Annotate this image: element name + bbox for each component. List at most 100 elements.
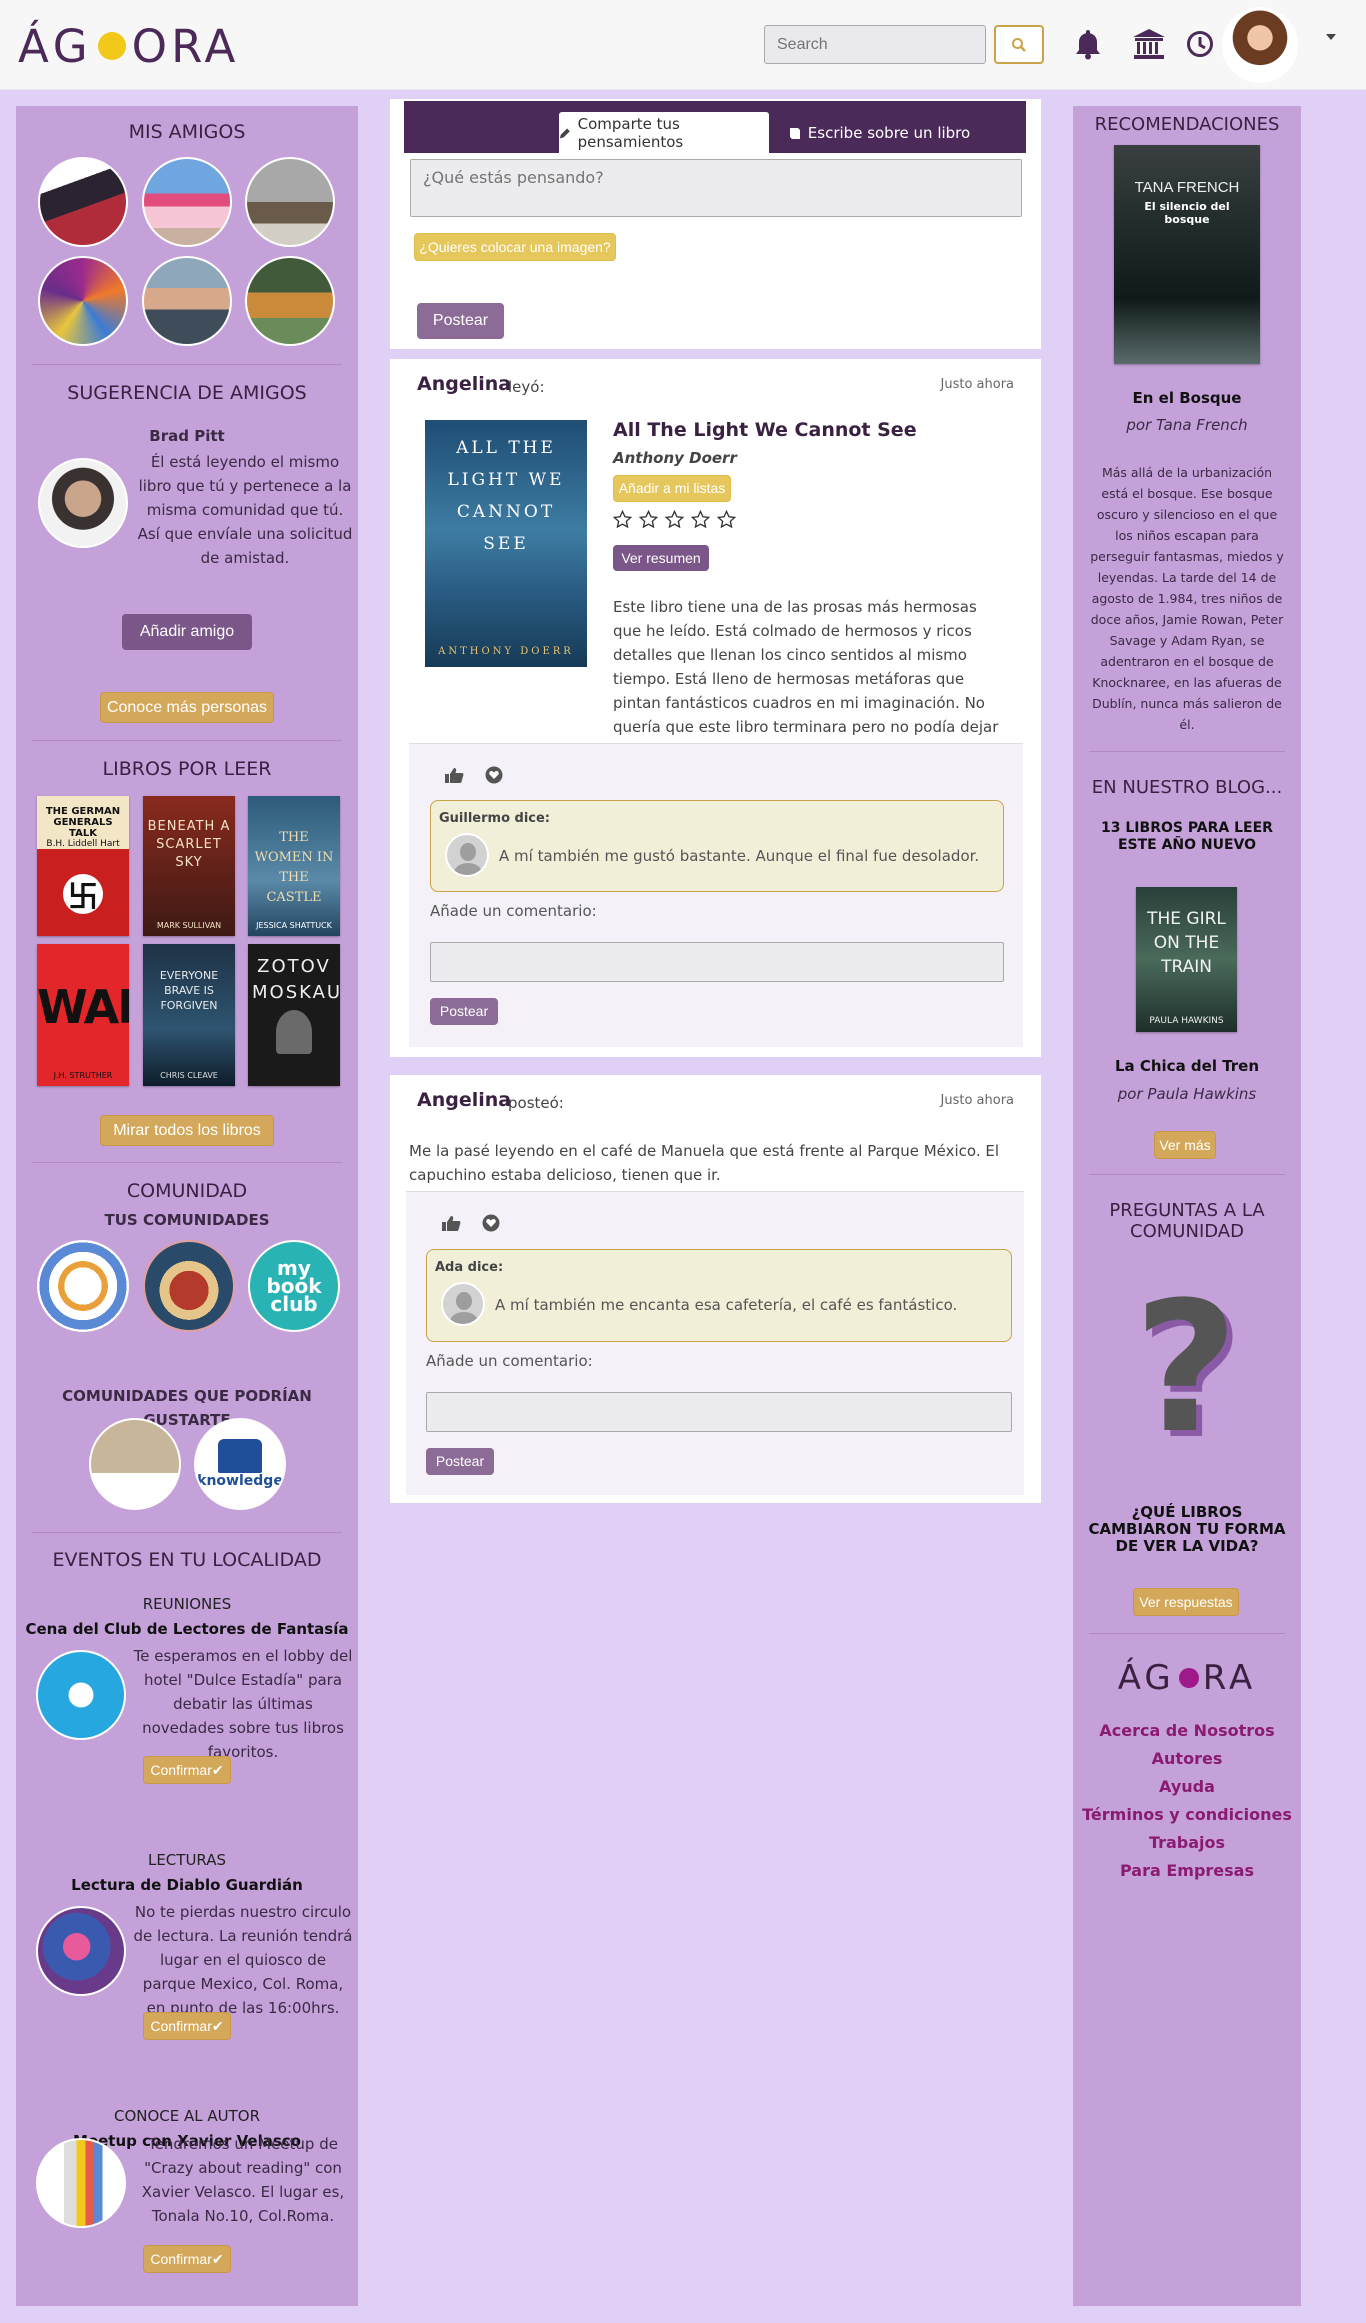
post-comment-button[interactable]: Postear — [430, 998, 498, 1025]
recommendations-title: RECOMENDACIONES — [1094, 114, 1280, 135]
thumbs-up-icon[interactable] — [441, 1214, 461, 1232]
chevron-down-icon[interactable] — [1326, 34, 1336, 40]
library-button[interactable] — [1129, 22, 1169, 66]
confirm-button[interactable]: Confirmar✔ — [143, 2245, 231, 2273]
footer-link-authors[interactable]: Autores — [1073, 1749, 1301, 1768]
book-cover[interactable]: THE GIRL ON THE TRAIN PAULA HAWKINS — [1136, 887, 1237, 1032]
question-mark-icon: ? — [1133, 1264, 1239, 1473]
post-text: Me la pasé leyendo en el café de Manuela… — [409, 1142, 1000, 1184]
feed-post: Angelina posteó: Justo ahora Me la pasé … — [390, 1075, 1041, 1503]
friend-avatar[interactable] — [142, 157, 232, 247]
blog-book-title[interactable]: La Chica del Tren — [1073, 1054, 1301, 1078]
friend-avatar[interactable] — [38, 256, 128, 346]
star-icon[interactable] — [665, 510, 684, 529]
confirm-button[interactable]: Confirmar✔ — [143, 2012, 231, 2040]
comment-avatar[interactable] — [445, 833, 489, 877]
star-rating[interactable] — [613, 510, 736, 529]
agora-logo[interactable]: Á G ORA — [18, 19, 240, 73]
star-icon[interactable] — [639, 510, 658, 529]
footer-link-help[interactable]: Ayuda — [1073, 1777, 1301, 1796]
book-cover[interactable]: TANA FRENCH El silencio del bosque — [1114, 145, 1260, 364]
logo-dot — [1178, 1668, 1199, 1688]
search-button[interactable] — [994, 25, 1044, 64]
confirm-button[interactable]: Confirmar✔ — [143, 1756, 231, 1784]
book-cover[interactable]: ALL THE LIGHT WE CANNOT SEE ANTHONY DOER… — [425, 420, 587, 667]
event-image — [36, 2138, 126, 2228]
see-summary-button[interactable]: Ver resumen — [613, 545, 709, 571]
footer-link-about[interactable]: Acerca de Nosotros — [1073, 1721, 1301, 1740]
tab-share-thoughts[interactable]: Comparte tus pensamientos — [559, 112, 769, 153]
star-icon[interactable] — [613, 510, 632, 529]
comment-avatar[interactable] — [441, 1282, 485, 1326]
book-icon — [789, 127, 800, 139]
see-more-button[interactable]: Ver más — [1154, 1131, 1216, 1159]
post-author[interactable]: Angelina — [417, 373, 511, 395]
comments-section: Ada dice: A mí también me encanta esa ca… — [406, 1191, 1024, 1495]
right-sidebar: RECOMENDACIONES TANA FRENCH El silencio … — [1073, 106, 1301, 2306]
user-avatar[interactable] — [1222, 7, 1298, 83]
community-avatar[interactable]: my book club — [248, 1240, 340, 1332]
community-avatar[interactable] — [37, 1240, 129, 1332]
suggested-friend-avatar[interactable] — [38, 458, 128, 548]
star-icon[interactable] — [691, 510, 710, 529]
book-author[interactable]: Anthony Doerr — [613, 449, 737, 467]
post-comment-button[interactable]: Postear — [426, 1448, 494, 1475]
add-friend-button[interactable]: Añadir amigo — [122, 614, 252, 650]
event-image — [36, 1650, 126, 1740]
heart-circle-icon[interactable] — [485, 766, 503, 784]
add-to-list-button[interactable]: Añadir a mi listas — [613, 475, 731, 502]
books-to-read-title: LIBROS POR LEER — [102, 758, 272, 780]
feed-post: Angelina leyó: Justo ahora ALL THE LIGHT… — [390, 359, 1041, 1057]
comment-author[interactable]: Ada dice: — [435, 1260, 503, 1275]
footer-link-terms[interactable]: Términos y condiciones — [1073, 1805, 1301, 1824]
search-input[interactable] — [764, 25, 986, 64]
friend-avatar[interactable] — [245, 256, 335, 346]
comment-input[interactable] — [430, 942, 1004, 982]
book-cover[interactable]: ZOTOV MOSKAU — [248, 944, 340, 1086]
history-button[interactable] — [1180, 22, 1220, 66]
community-avatar[interactable] — [143, 1240, 235, 1332]
book-cover[interactable]: EVERYONE BRAVE IS FORGIVEN CHRIS CLEAVE — [143, 944, 235, 1086]
friend-avatar[interactable] — [38, 157, 128, 247]
recommended-book-title[interactable]: En el Bosque — [1073, 386, 1301, 410]
heart-circle-icon[interactable] — [482, 1214, 500, 1232]
tab-write-about-book[interactable]: Escribe sobre un libro — [774, 112, 984, 153]
star-icon[interactable] — [717, 510, 736, 529]
friend-avatar[interactable] — [142, 256, 232, 346]
book-title[interactable]: All The Light We Cannot See — [613, 419, 917, 441]
meet-more-people-button[interactable]: Conoce más personas — [100, 692, 274, 723]
blog-post-title[interactable]: 13 LIBROS PARA LEER ESTE AÑO NUEVO — [1083, 820, 1291, 854]
event-name[interactable]: Cena del Club de Lectores de Fantasía — [16, 1617, 358, 1641]
notifications-button[interactable] — [1068, 22, 1108, 66]
comment-input[interactable] — [426, 1392, 1012, 1432]
footer-link-jobs[interactable]: Trabajos — [1073, 1833, 1301, 1852]
your-communities-label: TUS COMUNIDADES — [104, 1211, 270, 1229]
question-text[interactable]: ¿QUÉ LIBROS CAMBIARON TU FORMA DE VER LA… — [1083, 1504, 1291, 1555]
thumbs-up-icon[interactable] — [444, 766, 464, 784]
community-avatar[interactable] — [89, 1418, 181, 1510]
community-avatar[interactable]: knowledge — [194, 1418, 286, 1510]
footer-logo[interactable]: ÁG RA — [1073, 1656, 1301, 1700]
footer-link-business[interactable]: Para Empresas — [1073, 1861, 1301, 1880]
see-answers-button[interactable]: Ver respuestas — [1133, 1588, 1239, 1616]
see-all-books-button[interactable]: Mirar todos los libros — [100, 1115, 274, 1146]
suggested-friend-name[interactable]: Brad Pitt — [16, 424, 358, 448]
blog-title: EN NUESTRO BLOG... — [1091, 777, 1283, 798]
post-button[interactable]: Postear — [417, 303, 504, 339]
divider — [32, 1162, 342, 1163]
comment-author[interactable]: Guillermo dice: — [439, 811, 550, 826]
suggestion-text: Él está leyendo el mismo libro que tú y … — [137, 453, 353, 567]
book-cover[interactable]: THE GERMAN GENERALS TALK B.H. Liddell Ha… — [37, 796, 129, 936]
book-cover[interactable]: WAR J.H. STRUTHER — [37, 944, 129, 1086]
friends-title: MIS AMIGOS — [128, 121, 246, 143]
thoughts-input[interactable] — [410, 159, 1022, 217]
add-image-button[interactable]: ¿Quieres colocar una imagen? — [414, 233, 616, 261]
logo-text-right: ORA — [131, 19, 240, 73]
friend-suggestion-title: SUGERENCIA DE AMIGOS — [67, 382, 307, 404]
event-name[interactable]: Lectura de Diablo Guardián — [16, 1873, 358, 1897]
post-author[interactable]: Angelina — [417, 1089, 511, 1111]
local-events-title: EVENTOS EN TU LOCALIDAD — [52, 1549, 322, 1571]
friend-avatar[interactable] — [245, 157, 335, 247]
book-cover[interactable]: BENEATH A SCARLET SKY MARK SULLIVAN — [143, 796, 235, 936]
book-cover[interactable]: THE WOMEN IN THE CASTLE JESSICA SHATTUCK — [248, 796, 340, 936]
